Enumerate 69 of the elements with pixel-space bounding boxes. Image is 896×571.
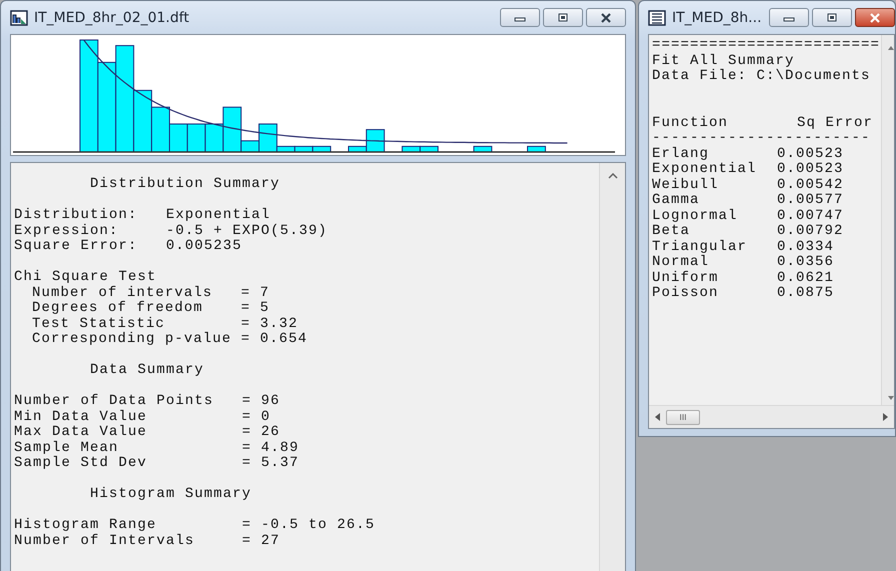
section-heading: Distribution Summary	[90, 177, 280, 192]
sq-error-value: 0.00747	[777, 208, 844, 224]
function-name: Uniform	[652, 270, 720, 286]
function-name: Poisson	[652, 286, 720, 302]
vertical-scrollbar[interactable]	[881, 35, 894, 405]
report-line: Histogram Range = -0.5 to 26.5	[14, 518, 376, 534]
summary-line: ========================	[652, 38, 880, 54]
report-line: Distribution: Exponential	[14, 208, 271, 224]
function-name: Exponential	[652, 162, 758, 178]
function-name: Beta	[652, 224, 692, 240]
function-name: Gamma	[652, 193, 701, 208]
section-heading: Data Summary	[90, 363, 204, 378]
report-line: Test Statistic = 3.32	[32, 316, 298, 332]
report-line: Number of Data Points = 96	[14, 394, 280, 410]
sq-error-value: 0.00577	[777, 193, 844, 208]
minimize-button[interactable]	[500, 8, 540, 27]
function-name: Erlang	[652, 146, 710, 162]
maximize-icon	[556, 12, 570, 22]
histogram-bar	[473, 146, 492, 152]
column-header: Function	[652, 116, 730, 131]
sq-error-value: 0.0621	[777, 270, 834, 286]
report-line: Corresponding p-value = 0.654	[32, 332, 308, 348]
report-line: Max Data Value = 26	[14, 425, 280, 440]
minimize-button[interactable]	[769, 8, 809, 27]
sq-error-value: 0.0875	[777, 286, 834, 302]
function-name: Weibull	[652, 178, 720, 193]
sq-error-value: 0.0356	[777, 255, 834, 270]
maximize-button[interactable]	[812, 8, 852, 27]
close-icon	[868, 12, 882, 22]
divider-line: -----------------------	[652, 131, 871, 146]
section-heading: Histogram Summary	[90, 487, 252, 502]
function-name: Normal	[652, 255, 710, 270]
report-line: Square Error: 0.005235	[14, 239, 242, 254]
report-line: Expression: -0.5 + EXPO(5.39)	[14, 224, 328, 239]
histogram-bar	[527, 146, 546, 152]
horizontal-scrollbar[interactable]: III	[649, 405, 894, 428]
right-arrow-icon[interactable]	[883, 413, 888, 421]
close-icon	[599, 12, 613, 22]
vertical-scrollbar[interactable]	[599, 163, 625, 571]
sq-error-value: 0.0334	[777, 240, 834, 255]
scrollbar-thumb[interactable]: III	[666, 410, 700, 424]
document-window-icon	[648, 10, 666, 26]
window-title: IT_MED_8hr_02_01.dft	[34, 10, 190, 26]
left-arrow-icon[interactable]	[655, 413, 660, 421]
up-arrow-icon[interactable]	[888, 45, 894, 50]
window-title: IT_MED_8h...	[672, 10, 763, 26]
report-line: Degrees of freedom = 5	[32, 301, 270, 316]
report-line: Sample Std Dev = 5.37	[14, 456, 300, 472]
function-name: Triangular	[652, 240, 748, 254]
maximize-icon	[825, 12, 839, 22]
close-button[interactable]	[855, 8, 895, 27]
report-line: Sample Mean = 4.89	[14, 440, 300, 456]
histogram-bar	[186, 124, 206, 152]
sq-error-value: 0.00792	[777, 224, 844, 240]
sq-error-value: 0.00542	[777, 178, 844, 193]
sq-error-value: 0.00523	[777, 146, 844, 162]
sq-error-value: 0.00523	[777, 162, 844, 178]
report-line: Min Data Value = 0	[14, 410, 271, 424]
down-arrow-icon[interactable]	[888, 396, 894, 401]
chart-window-icon	[10, 10, 28, 26]
column-header: Sq Error	[797, 116, 874, 131]
function-name: Lognormal	[652, 208, 739, 224]
close-button[interactable]	[586, 8, 626, 27]
report-line: Number of Intervals = 27	[14, 534, 280, 549]
summary-line: Fit All Summary	[652, 54, 795, 68]
report-line: Chi Square Test	[14, 270, 157, 286]
report-line: Number of intervals = 7	[32, 286, 270, 300]
maximize-button[interactable]	[543, 8, 583, 27]
summary-line: Data File: C:\Documents	[652, 69, 871, 84]
